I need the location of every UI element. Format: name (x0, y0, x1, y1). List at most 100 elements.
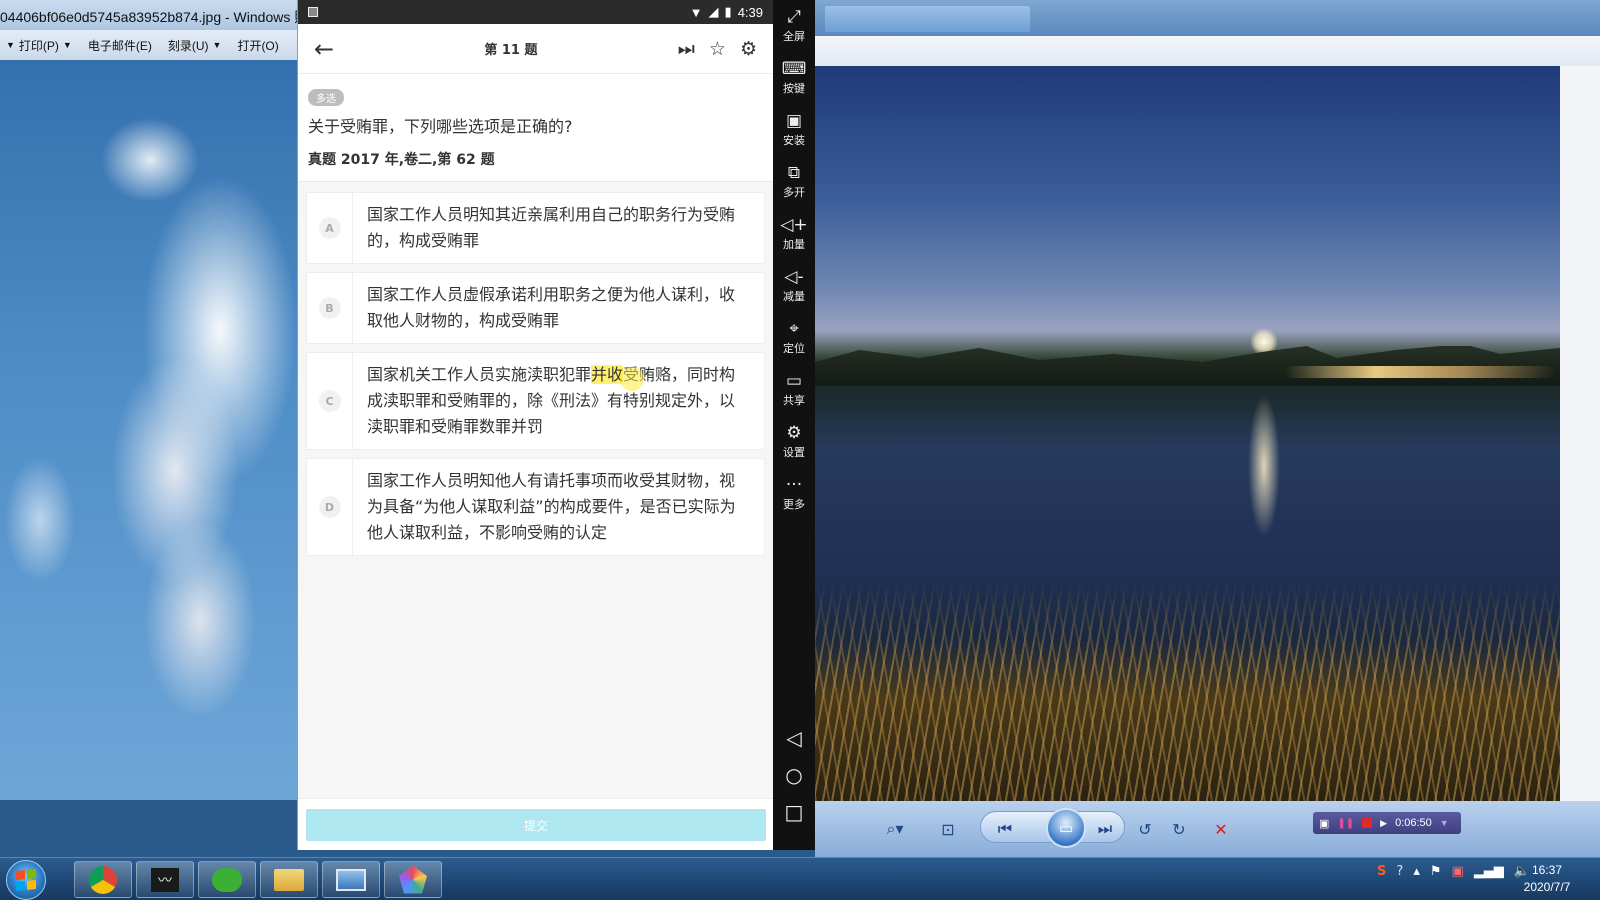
delete-icon[interactable]: ✕ (1209, 817, 1233, 841)
sogou-ime-icon[interactable]: S (1377, 864, 1386, 879)
star-icon[interactable]: ☆ (709, 38, 726, 60)
show-hidden-icons[interactable]: ▴ (1413, 864, 1420, 879)
option-a[interactable]: A 国家工作人员明知其近亲属利用自己的职务行为受贿的，构成受贿罪 (306, 192, 765, 264)
skip-next-icon[interactable]: ⏭ (678, 38, 695, 60)
rotate-left-icon[interactable]: ↺ (1133, 817, 1157, 841)
side-item-fullscreen[interactable]: ⤢ 全屏 (773, 0, 815, 52)
taskbar-clock[interactable]: 16:37 2020/7/7 (1512, 862, 1582, 896)
windows-taskbar: 〰 S ? ▴ ⚑ ▣ ▂▄▆ 🔈 16:37 2020/7/7 (0, 857, 1600, 900)
side-item-label: 更多 (783, 498, 805, 511)
side-item-gear[interactable]: ⚙ 设置 (773, 416, 815, 468)
submit-button[interactable]: 提交 (306, 809, 766, 841)
more-icon: ··· (785, 475, 803, 495)
side-item-label: 安装 (783, 134, 805, 147)
side-item-multi-instance[interactable]: ⧉ 多开 (773, 156, 815, 208)
zoom-icon[interactable]: ⌕▾ (875, 817, 915, 841)
taskbar-app-bird[interactable]: 〰 (136, 861, 194, 898)
security-icon[interactable]: ▣ (1452, 864, 1464, 879)
menu-print[interactable]: 打印(P) ▼ (19, 37, 72, 54)
viewer-toolbar: ⌕▾ ⊡ ⏮ ▭ ⏭ ↺ ↻ ✕ (815, 801, 1600, 857)
clock-date: 2020/7/7 (1523, 880, 1571, 894)
side-item-label: 按键 (783, 82, 805, 95)
left-viewer-title: 04406bf06e0d5745a83952b874.jpg - Windows… (0, 0, 300, 30)
side-item-label: 加量 (783, 238, 805, 251)
screen-recorder-bar: ▣ ❚❚ ▶ 0:06:50 ▼ (1313, 812, 1461, 834)
gear-icon[interactable]: ⚙ (740, 38, 757, 60)
taskbar-wechat[interactable] (198, 861, 256, 898)
start-button[interactable] (6, 860, 46, 900)
slideshow-button[interactable]: ▭ (1046, 808, 1086, 848)
apk-icon: ▣ (785, 111, 803, 131)
option-c[interactable]: C 国家机关工作人员实施渎职犯罪并收受贿赂，同时构成渎职罪和受贿罪的，除《刑法》… (306, 352, 765, 450)
side-item-volume-down[interactable]: ◁- 减量 (773, 260, 815, 312)
pause-icon[interactable]: ❚❚ (1337, 818, 1354, 829)
fullscreen-icon: ⤢ (787, 7, 801, 27)
side-item-label: 设置 (783, 446, 805, 459)
wifi-icon: ▼ (689, 4, 703, 20)
question-type-badge: 多选 (308, 89, 344, 106)
right-viewer-titlebar (815, 0, 1600, 36)
keyboard-icon: ⌨ (781, 59, 807, 79)
question-source: 真题 2017 年,卷二,第 62 题 (308, 152, 495, 168)
option-text: 国家工作人员明知其近亲属利用自己的职务行为受贿的，构成受贿罪 (367, 205, 736, 250)
side-item-apk[interactable]: ▣ 安装 (773, 104, 815, 156)
stop-icon[interactable] (1362, 818, 1373, 828)
back-arrow-icon[interactable]: ← (314, 35, 344, 63)
menu-email[interactable]: 电子邮件(E) (88, 37, 152, 54)
night-lake-photo (815, 66, 1560, 801)
taskbar-app-pentagon[interactable] (384, 861, 442, 898)
multi-instance-icon: ⧉ (787, 163, 801, 183)
rotate-right-icon[interactable]: ↻ (1167, 817, 1191, 841)
question-number-title: 第 11 题 (484, 43, 538, 58)
notification-icon (308, 7, 318, 17)
option-b[interactable]: B 国家工作人员虚假承诺利用职务之便为他人谋利，收取他人财物的，构成受贿罪 (306, 272, 765, 344)
options-list: A 国家工作人员明知其近亲属利用自己的职务行为受贿的，构成受贿罪 B 国家工作人… (298, 182, 773, 556)
side-item-label: 多开 (783, 186, 805, 199)
previous-icon[interactable]: ⏮ (990, 817, 1020, 841)
side-item-label: 全屏 (783, 30, 805, 43)
folder-icon (274, 868, 304, 891)
photo-viewer-icon (336, 868, 366, 891)
bird-app-icon: 〰 (151, 867, 179, 892)
help-icon[interactable]: ? (1396, 864, 1403, 879)
option-d[interactable]: D 国家工作人员明知他人有请托事项而收受其财物，视为具备“为他人谋取利益”的构成… (306, 458, 765, 556)
android-status-bar: ▼ ◢ ▮ 4:39 (298, 0, 773, 24)
battery-icon: ▮ (724, 4, 732, 19)
signal-icon: ◢ (708, 4, 719, 19)
recorder-menu-icon[interactable]: ▼ (1440, 818, 1449, 828)
option-letter: C (318, 390, 341, 412)
option-letter: D (318, 496, 341, 518)
phone-screen: ▼ ◢ ▮ 4:39 ← 第 11 题 ⏭ ☆ ⚙ 多选 关于受贿罪，下列哪些选… (297, 0, 774, 850)
option-letter: A (318, 217, 341, 239)
right-viewer-menubar (815, 36, 1600, 66)
nav-home-icon[interactable]: ○ (773, 763, 815, 787)
side-item-more[interactable]: ··· 更多 (773, 468, 815, 520)
side-item-volume-up[interactable]: ◁+ 加量 (773, 208, 815, 260)
next-icon[interactable]: ⏭ (1090, 817, 1120, 841)
gear-icon: ⚙ (786, 423, 802, 443)
side-item-folder[interactable]: ▭ 共享 (773, 364, 815, 416)
question-text: 关于受贿罪，下列哪些选项是正确的? (308, 117, 573, 136)
network-icon[interactable]: ▂▄▆ (1474, 864, 1504, 879)
side-item-keyboard[interactable]: ⌨ 按键 (773, 52, 815, 104)
question-header: 多选 关于受贿罪，下列哪些选项是正确的? 真题 2017 年,卷二,第 62 题 (298, 74, 773, 182)
taskbar-chrome[interactable] (74, 861, 132, 898)
side-item-label: 共享 (783, 394, 805, 407)
right-viewer-margin (1560, 66, 1600, 801)
fit-window-icon[interactable]: ⊡ (933, 817, 963, 841)
recorder-logo-icon: ▣ (1319, 817, 1330, 830)
flag-icon[interactable]: ⚑ (1430, 864, 1442, 879)
taskbar-explorer[interactable] (260, 861, 318, 898)
menu-burn[interactable]: 刻录(U) ▼ (168, 37, 222, 54)
nav-back-icon[interactable]: ◁ (773, 726, 815, 750)
play-icon[interactable]: ▶ (1380, 818, 1387, 829)
folder-icon: ▭ (785, 371, 803, 391)
windows-logo-icon (16, 868, 36, 892)
side-item-location[interactable]: ⌖ 定位 (773, 312, 815, 364)
nav-recents-icon[interactable]: □ (773, 800, 815, 824)
option-letter: B (318, 297, 341, 319)
status-time: 4:39 (737, 4, 763, 20)
taskbar-photo-viewer[interactable] (322, 861, 380, 898)
menu-open[interactable]: 打开(O) (237, 37, 278, 54)
menu-caret-icon[interactable]: ▼ (6, 40, 15, 50)
